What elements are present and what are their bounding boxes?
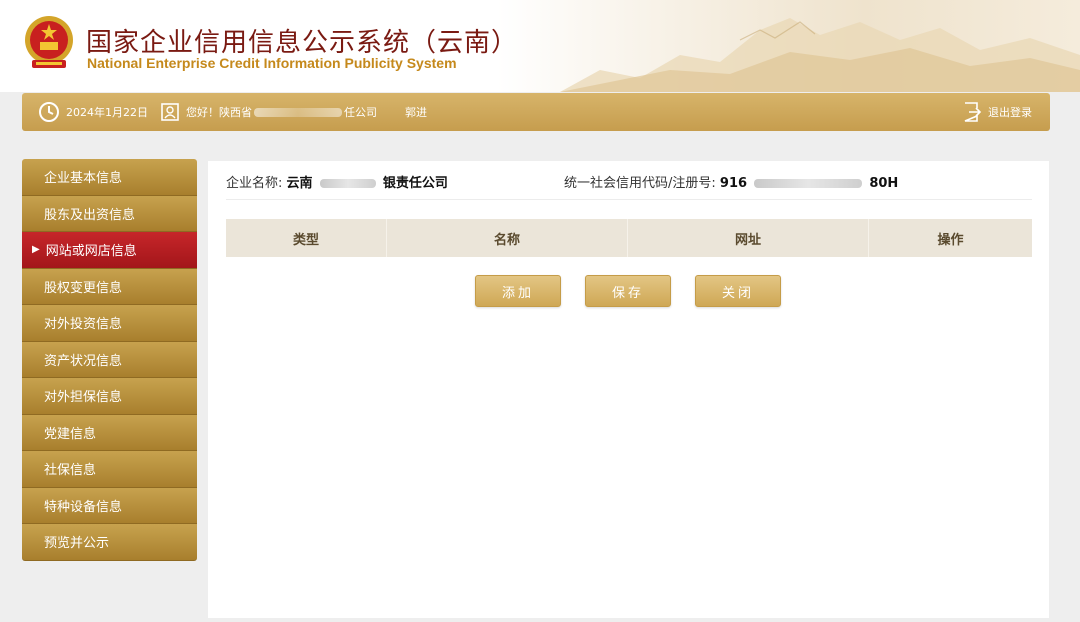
column-header-action: 操作 bbox=[937, 232, 964, 248]
redacted-credit-code bbox=[754, 179, 863, 188]
sidebar-item-label: 党建信息 bbox=[44, 426, 97, 442]
user-name: 郭进 bbox=[405, 106, 427, 119]
sidebar-item-investment[interactable]: 对外投资信息 bbox=[22, 305, 197, 342]
mountain-landscape-background bbox=[560, 18, 1080, 92]
company-name-label: 企业名称: bbox=[226, 176, 283, 191]
user-bar: 2024年1月22日 您好！陕西省 任公司 郭进 退出登录 bbox=[22, 93, 1050, 131]
logout-label: 退出登录 bbox=[988, 106, 1032, 119]
credit-code-suffix: 80H bbox=[869, 176, 899, 191]
site-title: 国家企业信用信息公示系统（云南） bbox=[86, 28, 519, 58]
sidebar-item-label: 预览并公示 bbox=[44, 536, 110, 552]
column-header-name: 名称 bbox=[387, 219, 628, 257]
column-header-url: 网址 bbox=[628, 219, 869, 257]
sidebar-item-label: 股东及出资信息 bbox=[44, 207, 136, 223]
website-table-header: 类型 名称 网址 操作 bbox=[226, 219, 1032, 257]
user-greeting: 您好！陕西省 任公司 郭进 bbox=[160, 93, 427, 131]
date-text: 2024年1月22日 bbox=[66, 106, 148, 119]
sidebar-item-label: 特种设备信息 bbox=[44, 499, 123, 515]
column-header-type: 类型 bbox=[226, 219, 387, 257]
sidebar-item-label: 企业基本信息 bbox=[44, 171, 123, 187]
company-info-row: 企业名称: 云南 银责任公司 统一社会信用代码/注册号: 916 80H bbox=[226, 170, 1032, 200]
save-button[interactable]: 保存 bbox=[585, 275, 671, 307]
sidebar-item-guarantee[interactable]: 对外担保信息 bbox=[22, 378, 197, 415]
clock-icon bbox=[39, 102, 59, 122]
site-header: 国家企业信用信息公示系统（云南） National Enterprise Cre… bbox=[0, 0, 1080, 92]
sidebar-item-social-security[interactable]: 社保信息 bbox=[22, 451, 197, 488]
sidebar-item-website-info[interactable]: ▶ 网站或网店信息 bbox=[22, 232, 197, 269]
credit-code-prefix: 916 bbox=[719, 176, 748, 191]
sidebar-item-label: 资产状况信息 bbox=[44, 353, 123, 369]
company-name-field: 企业名称: 云南 银责任公司 bbox=[226, 172, 448, 191]
greeting-suffix: 任公司 bbox=[344, 106, 377, 119]
sidebar-item-label: 网站或网店信息 bbox=[45, 244, 137, 260]
sidebar-item-special-equipment[interactable]: 特种设备信息 bbox=[22, 487, 197, 524]
credit-code-field: 统一社会信用代码/注册号: 916 80H bbox=[564, 172, 898, 191]
sidebar-item-equity-change[interactable]: 股权变更信息 bbox=[22, 268, 197, 305]
national-emblem-icon bbox=[25, 16, 73, 68]
caret-right-icon: ▶ bbox=[32, 244, 40, 256]
redacted-company-name bbox=[254, 107, 342, 117]
sidebar-item-label: 对外担保信息 bbox=[44, 390, 123, 406]
sidebar-item-label: 股权变更信息 bbox=[44, 280, 123, 296]
sidebar-item-basic-info[interactable]: 企业基本信息 bbox=[22, 159, 197, 196]
sidebar-item-preview-publish[interactable]: 预览并公示 bbox=[22, 524, 197, 561]
sidebar-item-label: 社保信息 bbox=[44, 463, 97, 479]
close-button[interactable]: 关闭 bbox=[695, 275, 781, 307]
logout-button[interactable]: 退出登录 bbox=[962, 93, 1032, 131]
logout-icon bbox=[964, 102, 982, 122]
sidebar-item-label: 对外投资信息 bbox=[44, 317, 123, 333]
sidebar-nav: 企业基本信息 股东及出资信息 ▶ 网站或网店信息 股权变更信息 对外投资信息 资… bbox=[22, 159, 197, 561]
sidebar-item-party-building[interactable]: 党建信息 bbox=[22, 414, 197, 451]
company-name-suffix: 银责任公司 bbox=[382, 176, 448, 191]
add-button[interactable]: 添加 bbox=[475, 275, 561, 307]
user-card-icon bbox=[161, 103, 179, 121]
action-buttons: 添加 保存 关闭 bbox=[475, 275, 805, 307]
credit-code-label: 统一社会信用代码/注册号: bbox=[564, 176, 716, 191]
sidebar-item-assets[interactable]: 资产状况信息 bbox=[22, 341, 197, 378]
company-name-prefix: 云南 bbox=[286, 176, 313, 191]
sidebar-item-shareholders[interactable]: 股东及出资信息 bbox=[22, 195, 197, 232]
redacted-company-name bbox=[319, 179, 376, 188]
date-display: 2024年1月22日 bbox=[38, 93, 148, 131]
site-subtitle: National Enterprise Credit Information P… bbox=[87, 55, 457, 71]
main-panel: 企业名称: 云南 银责任公司 统一社会信用代码/注册号: 916 80H 类型 … bbox=[208, 161, 1049, 618]
greeting-prefix: 您好！陕西省 bbox=[186, 106, 252, 119]
